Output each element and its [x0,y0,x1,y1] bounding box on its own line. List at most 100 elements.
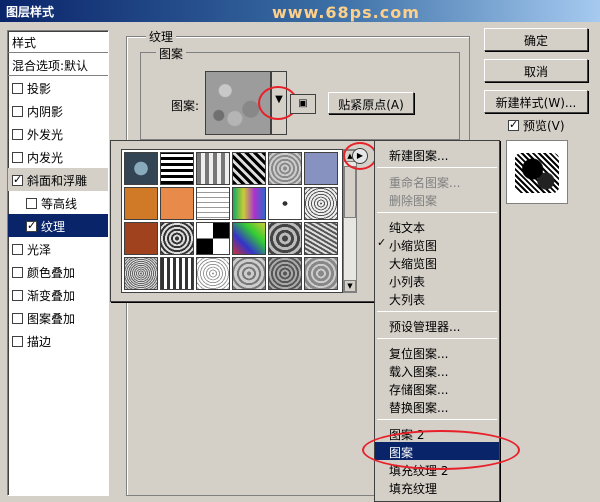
preview-image [515,153,559,193]
style-item[interactable]: 纹理 [8,214,108,237]
menu-item[interactable]: 载入图案... [375,361,499,379]
pattern-dropdown-button[interactable]: ▼ [271,71,287,135]
style-item-label: 内阴影 [27,105,64,119]
blend-options-item[interactable]: 混合选项:默认 [8,53,108,76]
pattern-tile[interactable] [232,222,266,255]
cancel-button[interactable]: 取消 [484,59,588,82]
dropdown-arrow-icon: ▼ [275,94,283,105]
pattern-tile[interactable] [268,222,302,255]
style-item[interactable]: 图案叠加 [8,306,108,329]
pattern-tile[interactable] [196,187,230,220]
checkbox-icon[interactable] [12,313,23,324]
menu-item[interactable]: 大缩览图 [375,253,499,271]
scroll-down-icon[interactable]: ▼ [344,280,356,292]
ok-button[interactable]: 确定 [484,28,588,51]
style-item[interactable]: 内发光 [8,145,108,168]
menu-item[interactable]: 大列表 [375,289,499,307]
menu-separator [377,212,497,213]
pattern-tile[interactable] [124,222,158,255]
picker-menu-arrow-icon[interactable]: ▶ [352,148,368,164]
checkbox-icon[interactable] [12,244,23,255]
pattern-context-menu: 新建图案... 重命名图案... 删除图案纯文本小缩览图大缩览图小列表大列表预设管理… [374,140,500,502]
pattern-tile[interactable] [268,187,302,220]
style-item-label: 等高线 [41,197,78,211]
checkbox-icon[interactable] [12,290,23,301]
style-item[interactable]: 等高线 [8,191,108,214]
style-item[interactable]: 斜面和浮雕 [8,168,108,191]
style-item-label: 描边 [27,335,52,349]
menu-item[interactable]: 小缩览图 [375,235,499,253]
pattern-tile[interactable] [304,257,338,290]
page-icon: ▣ [298,98,308,109]
style-item-label: 图案叠加 [27,312,76,326]
style-item-label: 颜色叠加 [27,266,76,280]
menu-item[interactable]: 图案 [375,442,499,460]
pattern-swatch[interactable] [205,71,271,135]
pattern-tile[interactable] [304,222,338,255]
menu-item[interactable]: 小列表 [375,271,499,289]
style-item[interactable]: 投影 [8,76,108,99]
pattern-tile[interactable] [124,152,158,185]
pattern-tile[interactable] [160,187,194,220]
style-item[interactable]: 外发光 [8,122,108,145]
style-item[interactable]: 渐变叠加 [8,283,108,306]
scroll-thumb[interactable] [344,166,356,218]
pattern-picker-popup: ▲ ▼ [110,140,375,302]
pattern-tile[interactable] [268,257,302,290]
style-item[interactable]: 内阴影 [8,99,108,122]
menu-item[interactable]: 存储图案... [375,379,499,397]
menu-item[interactable]: 纯文本 [375,217,499,235]
pattern-tile[interactable] [232,152,266,185]
checkbox-icon[interactable] [12,129,23,140]
window-title: 图层样式 [6,5,55,19]
style-item-label: 投影 [27,82,52,96]
pattern-tile[interactable] [196,152,230,185]
style-list: 样式 混合选项:默认 投影内阴影外发光内发光斜面和浮雕等高线纹理光泽颜色叠加渐变… [7,30,109,496]
pattern-tile[interactable] [124,187,158,220]
pattern-tile[interactable] [160,257,194,290]
snap-to-origin-button[interactable]: 贴紧原点(A) [328,92,414,114]
checkbox-icon[interactable] [12,173,23,186]
menu-item[interactable]: 替换图案... [375,397,499,415]
new-preset-button[interactable]: ▣ [290,94,316,114]
menu-item[interactable]: 填充纹理 2 [375,460,499,478]
menu-item[interactable]: 新建图案... [375,145,499,163]
checkbox-icon[interactable] [26,219,37,232]
menu-separator [377,338,497,339]
checkbox-icon[interactable] [12,152,23,163]
preview-checkbox[interactable]: 预览(V) [508,117,565,134]
pattern-group-label: 图案 [156,45,187,62]
pattern-tile[interactable] [304,187,338,220]
menu-item[interactable]: 复位图案... [375,343,499,361]
preview-label: 预览(V) [523,119,565,133]
style-item-label: 光泽 [27,243,52,257]
style-item[interactable]: 描边 [8,329,108,352]
style-item[interactable]: 光泽 [8,237,108,260]
menu-item[interactable]: 图案 2 [375,424,499,442]
style-list-header[interactable]: 样式 [8,31,108,53]
checkbox-icon[interactable] [26,198,37,209]
menu-separator [377,311,497,312]
pattern-tile[interactable] [304,152,338,185]
pattern-tile[interactable] [232,257,266,290]
style-item-label: 渐变叠加 [27,289,76,303]
checkbox-icon[interactable] [12,106,23,117]
pattern-tile[interactable] [124,257,158,290]
menu-item[interactable]: 填充纹理 [375,478,499,496]
checkbox-icon[interactable] [12,336,23,347]
pattern-scrollbar[interactable]: ▲ ▼ [343,149,357,293]
checkbox-icon[interactable] [12,83,23,94]
pattern-tile[interactable] [196,222,230,255]
menu-item: 删除图案 [389,194,438,208]
pattern-tile[interactable] [232,187,266,220]
menu-item[interactable]: 预设管理器... [375,316,499,334]
pattern-tile[interactable] [268,152,302,185]
pattern-tile[interactable] [196,257,230,290]
new-style-button[interactable]: 新建样式(W)... [484,90,588,113]
pattern-tile[interactable] [160,222,194,255]
pattern-tile[interactable] [160,152,194,185]
checkbox-icon[interactable] [12,267,23,278]
menu-separator [377,419,497,420]
style-item-label: 斜面和浮雕 [27,174,88,188]
style-item[interactable]: 颜色叠加 [8,260,108,283]
